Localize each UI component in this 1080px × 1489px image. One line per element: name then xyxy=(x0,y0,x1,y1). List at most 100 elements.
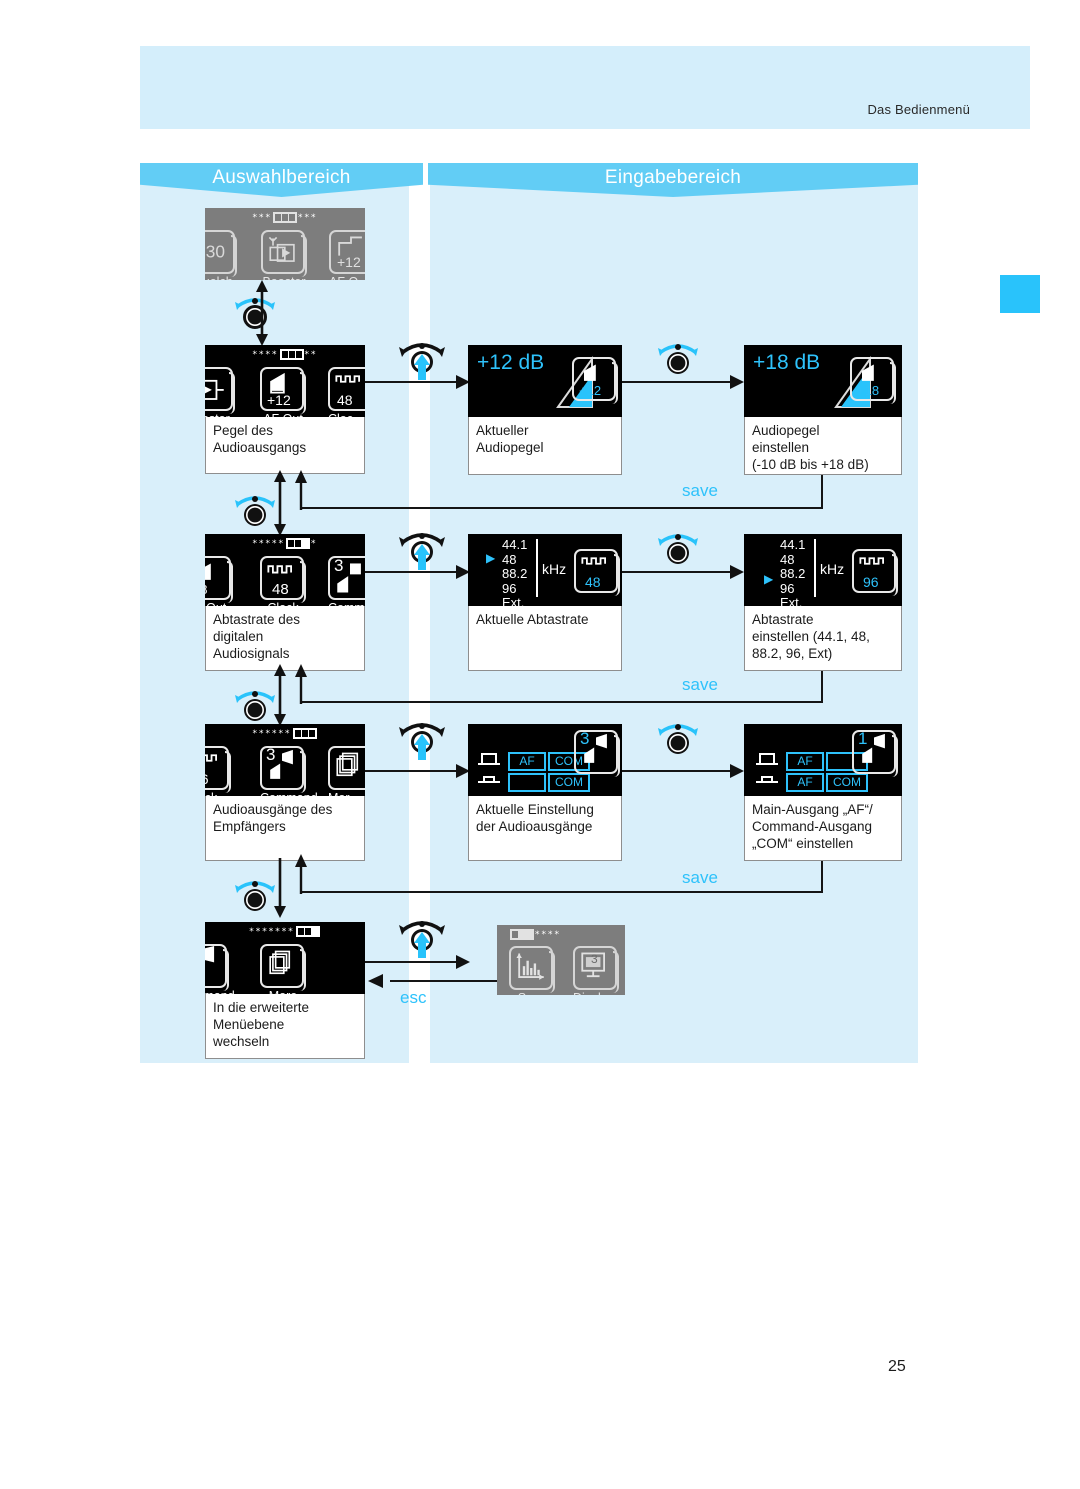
flow-line xyxy=(622,770,732,772)
caption-more-select: In die erweiterte Menüebene wechseln xyxy=(205,994,365,1059)
save-label-2: save xyxy=(682,675,718,694)
save-loop-vertical-2 xyxy=(821,671,823,703)
arrow-up-1 xyxy=(295,470,307,510)
output-jacks-icon xyxy=(756,753,778,783)
matrix-cell-af-2: AF xyxy=(786,773,824,792)
tile-value-level: +12 xyxy=(579,383,602,398)
tile-label-clock: Cloc xyxy=(328,412,365,417)
press-knob-icon-4 xyxy=(399,921,445,958)
tile-booster-icon xyxy=(205,367,235,414)
tile-more-icon xyxy=(328,746,365,790)
tile-value-clock: 48 xyxy=(337,392,353,408)
status-bar: ******* xyxy=(205,926,365,937)
value-current-level: +12 dB xyxy=(477,351,545,374)
rotary-knob-icon-6 xyxy=(658,724,698,754)
save-label-1: save xyxy=(682,481,718,500)
tile-command-icon: 3 xyxy=(328,556,365,600)
rate-option: 48 xyxy=(780,551,795,567)
rate-option: 48 xyxy=(502,551,517,567)
arrow-down-1 xyxy=(274,858,286,918)
save-loop-horizontal-3 xyxy=(300,891,823,893)
matrix-cell-af-2 xyxy=(508,773,546,792)
caption-af-out-select: Pegel des Audioausgangs xyxy=(205,417,365,474)
press-knob-icon-3 xyxy=(399,723,445,760)
lcd-af-out-current: +12 dB +12 xyxy=(468,345,622,417)
flow-line-esc xyxy=(390,980,500,982)
command-icon xyxy=(205,946,215,963)
rate-option: 44.1 xyxy=(502,537,528,552)
tile-clock-icon: 48 xyxy=(574,549,620,596)
rotary-knob-icon-4 xyxy=(658,534,698,564)
save-loop-horizontal-1 xyxy=(300,507,823,509)
value-edit-level: +18 dB xyxy=(753,351,821,374)
caption-clock-current: Aktuelle Abtastrate xyxy=(468,606,622,671)
tile-booster-icon xyxy=(261,230,307,277)
status-bar: ****** xyxy=(205,728,365,739)
tile-value-command: 3 xyxy=(334,556,344,575)
tile-label-command: mmand xyxy=(205,989,239,994)
tile-value-display: 3 xyxy=(591,952,598,966)
rate-option: Ext. xyxy=(502,595,525,606)
lcd-more-select: ******* mmand xyxy=(205,922,365,994)
tile-command-icon: 3 xyxy=(574,729,620,777)
flow-line xyxy=(622,381,732,383)
rate-option: 44.1 xyxy=(780,537,806,552)
tile-clock-icon: 96 xyxy=(205,746,231,793)
matrix-cell-af-1: AF xyxy=(786,752,824,771)
lcd-booster-select: ****** 30 juelch xyxy=(205,208,365,280)
booster-icon xyxy=(205,379,224,400)
arrow-right-6 xyxy=(730,764,744,778)
edge-tab-marker xyxy=(1000,275,1040,313)
arrow-left-esc xyxy=(368,974,383,988)
list-divider xyxy=(814,539,816,597)
status-bar: ****** xyxy=(252,212,318,223)
double-arrow-vertical-1 xyxy=(256,280,268,346)
arrow-up-3 xyxy=(295,854,307,894)
rate-option: 96 xyxy=(780,580,795,596)
flow-line xyxy=(622,571,732,573)
more-icon xyxy=(269,950,291,975)
tile-speaker-icon: 18 xyxy=(205,556,233,603)
tile-label-af-out: AF O xyxy=(329,275,365,280)
arrow-right-4 xyxy=(730,565,744,579)
tile-value-clock-edit: 96 xyxy=(863,574,879,590)
flow-line xyxy=(365,571,458,573)
tile-value-af-out: 18 xyxy=(205,582,207,597)
lcd-clock-current: ▶ 44.1 48 88.2 96 Ext. kHz 48 xyxy=(468,534,622,606)
lcd-command-current: AF COM COM 3 xyxy=(468,724,622,796)
tile-clock-icon: 48 xyxy=(328,367,365,411)
save-label-3: save xyxy=(682,868,718,887)
squelch-icon: 30 xyxy=(206,241,225,261)
lcd-af-out-select: ****** ooster + xyxy=(205,345,365,417)
tile-label-more: Mor xyxy=(328,791,365,796)
flow-line xyxy=(365,381,458,383)
press-knob-icon-1 xyxy=(399,343,445,380)
rate-unit: kHz xyxy=(820,561,845,577)
flow-line-forward xyxy=(365,961,458,963)
flow-line xyxy=(365,770,458,772)
caption-command-edit: Main-Ausgang „AF“/ Command-Ausgang „COM“… xyxy=(744,796,902,861)
caption-clock-edit: Abtastrate einstellen (44.1, 48, 88.2, 9… xyxy=(744,606,902,671)
arrow-right-2 xyxy=(730,375,744,389)
tile-value-clock: 96 xyxy=(205,771,209,787)
lcd-command-select: ****** 96 lock 3 xyxy=(205,724,365,796)
tile-value-clock: 48 xyxy=(585,574,601,590)
save-loop-vertical-1 xyxy=(821,475,823,509)
tile-label-clock: lock xyxy=(205,791,239,796)
scan-icon xyxy=(516,953,544,980)
tile-value-af-out: +12 xyxy=(267,392,291,408)
matrix-cell-af-1: AF xyxy=(508,752,546,771)
status-bar: ****** xyxy=(252,349,318,360)
tile-value-command: 3 xyxy=(580,729,590,748)
selection-cursor-icon: ▶ xyxy=(764,572,774,586)
tile-speaker-icon: +12 xyxy=(572,357,618,404)
arrow-right-7 xyxy=(456,955,470,969)
tile-label-command: Comm xyxy=(328,601,365,606)
rate-option-list: 44.1 48 88.2 96 Ext. xyxy=(780,537,806,606)
press-knob-icon-2 xyxy=(399,533,445,570)
status-bar: ****** xyxy=(252,538,318,549)
lcd-af-out-edit: +18 dB +18 xyxy=(744,345,902,417)
rotary-knob-icon-2 xyxy=(658,344,698,374)
tile-display-icon: 3 xyxy=(573,946,619,993)
double-arrow-vertical-2 xyxy=(274,470,286,536)
